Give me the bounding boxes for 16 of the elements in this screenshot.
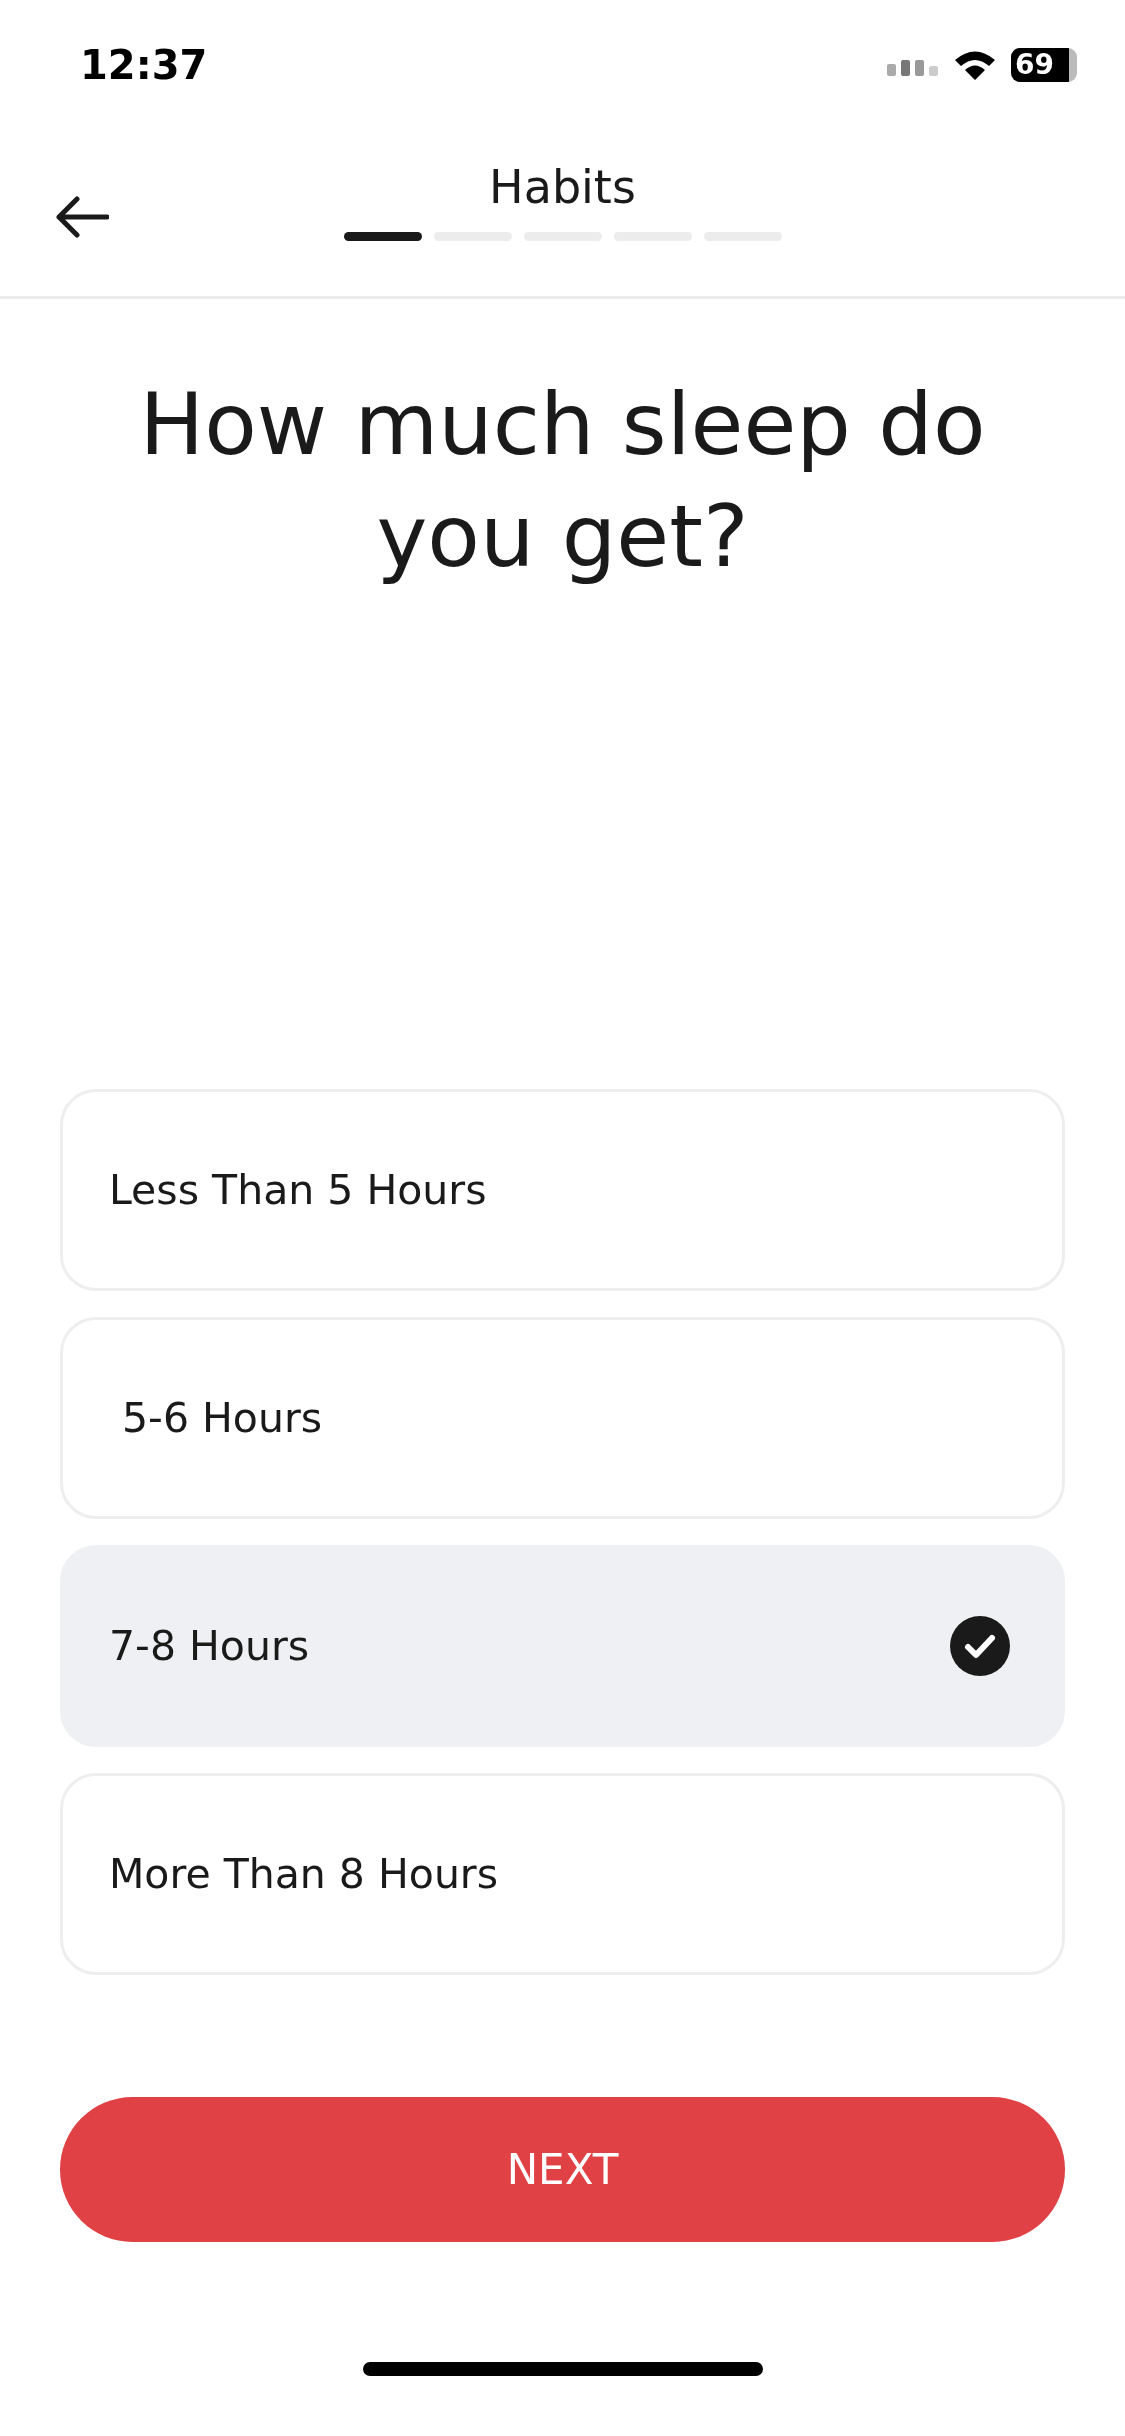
- option-label: More Than 8 Hours: [109, 1850, 499, 1898]
- header-title: Habits: [489, 160, 636, 214]
- battery-level: 69: [1011, 48, 1069, 82]
- option-card[interactable]: 7-8 Hours: [60, 1545, 1065, 1747]
- back-arrow-icon[interactable]: [55, 196, 109, 238]
- next-button[interactable]: NEXT: [60, 2097, 1065, 2242]
- status-time: 12:37: [80, 42, 208, 88]
- option-label: 5-6 Hours: [121, 1394, 323, 1442]
- question-heading: How much sleep do you get?: [138, 373, 987, 588]
- wifi-icon: [953, 49, 997, 81]
- option-label: 7-8 Hours: [109, 1622, 310, 1670]
- option-card[interactable]: Less Than 5 Hours: [60, 1089, 1065, 1291]
- option-card[interactable]: More Than 8 Hours: [60, 1773, 1065, 1975]
- check-icon: [950, 1616, 1010, 1676]
- option-label: Less Than 5 Hours: [109, 1166, 487, 1214]
- option-card[interactable]: 5-6 Hours: [60, 1317, 1065, 1519]
